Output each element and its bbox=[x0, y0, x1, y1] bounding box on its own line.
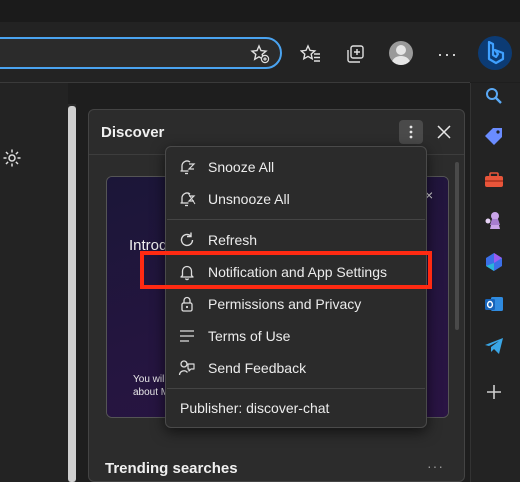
outlook-icon[interactable] bbox=[480, 292, 508, 316]
add-favorite-icon[interactable] bbox=[250, 44, 270, 64]
page-scrollbar-thumb[interactable] bbox=[68, 106, 76, 482]
lock-icon bbox=[178, 295, 196, 313]
pane-scrollbar[interactable] bbox=[455, 162, 459, 330]
telegram-icon[interactable] bbox=[480, 334, 508, 358]
menu-separator bbox=[167, 219, 425, 220]
microsoft-365-icon[interactable] bbox=[480, 250, 508, 274]
menu-item-label: Terms of Use bbox=[208, 328, 291, 344]
toolbar-divider bbox=[0, 82, 470, 83]
shopping-tag-icon[interactable] bbox=[480, 124, 508, 148]
pane-title: Discover bbox=[101, 124, 165, 141]
collections-icon[interactable] bbox=[341, 40, 369, 68]
menu-item-label: Unsnooze All bbox=[208, 191, 290, 207]
menu-item-terms-of-use[interactable]: Terms of Use bbox=[166, 321, 426, 351]
tab-strip bbox=[0, 0, 520, 22]
publisher-label: Publisher: discover-chat bbox=[180, 400, 330, 416]
menu-item-unsnooze-all[interactable]: Unsnooze All bbox=[166, 184, 426, 214]
page-content bbox=[0, 83, 68, 482]
list-icon bbox=[178, 327, 196, 345]
profile-avatar[interactable] bbox=[389, 41, 413, 65]
unsnooze-icon bbox=[178, 190, 196, 208]
menu-item-label: Refresh bbox=[208, 232, 258, 248]
menu-item-label: Snooze All bbox=[208, 159, 275, 175]
gear-icon[interactable] bbox=[2, 148, 22, 168]
bing-copilot-icon[interactable] bbox=[478, 36, 512, 70]
snooze-icon bbox=[178, 158, 196, 176]
card-text: You will about M bbox=[133, 373, 169, 399]
refresh-icon bbox=[178, 231, 196, 249]
more-icon[interactable]: ··· bbox=[437, 44, 458, 65]
menu-item-label: Send Feedback bbox=[208, 360, 307, 376]
menu-separator bbox=[167, 388, 425, 389]
menu-item-label: Permissions and Privacy bbox=[208, 296, 362, 312]
highlight-box bbox=[140, 251, 432, 289]
menu-item-snooze-all[interactable]: Snooze All bbox=[166, 152, 426, 182]
feedback-icon bbox=[178, 359, 196, 377]
tools-icon[interactable] bbox=[480, 168, 508, 192]
trending-title: Trending searches bbox=[105, 460, 238, 477]
pane-more-options-button[interactable] bbox=[399, 120, 423, 144]
pane-close-button[interactable] bbox=[432, 120, 456, 144]
card-text-line1: You will bbox=[133, 374, 167, 385]
menu-item-permissions-privacy[interactable]: Permissions and Privacy bbox=[166, 289, 426, 319]
card-text-line2: about M bbox=[133, 387, 170, 398]
address-bar[interactable] bbox=[0, 37, 282, 69]
menu-item-send-feedback[interactable]: Send Feedback bbox=[166, 353, 426, 383]
games-icon[interactable] bbox=[480, 208, 508, 232]
favorites-icon[interactable] bbox=[297, 40, 325, 68]
search-icon[interactable] bbox=[480, 84, 508, 108]
add-icon[interactable] bbox=[480, 380, 508, 404]
trending-more-icon[interactable]: ··· bbox=[427, 458, 444, 474]
